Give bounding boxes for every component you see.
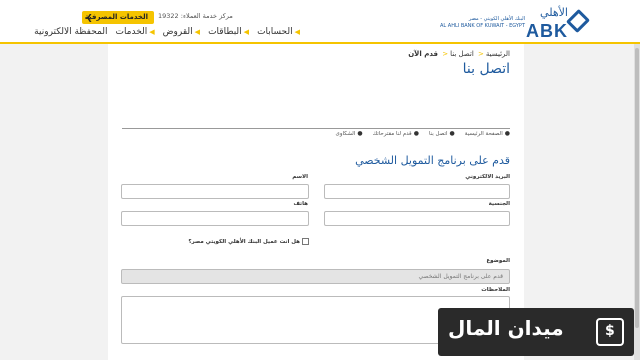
logo-subtitle: البنك الأهلي الكويتي - مصر AL AHLI BANK …	[440, 16, 525, 29]
breadcrumb-separator-icon: <	[478, 50, 484, 58]
email-field[interactable]	[324, 184, 510, 199]
form-section-title: قدم على برنامج التمويل الشخصي	[355, 154, 510, 167]
nav-services[interactable]: ◀الخدمات	[115, 27, 154, 37]
chevron-left-icon: ❮	[86, 13, 93, 22]
nav-loans[interactable]: ◀القروض	[163, 27, 200, 37]
bullet-icon: ●	[449, 130, 455, 137]
abk-logo-mark-icon	[565, 8, 591, 34]
page-scrollbar[interactable]	[634, 44, 640, 360]
timeline: ●الصفحة الرئيسية ●اتصل بنا ●قدم لنا مقتر…	[336, 130, 510, 137]
bullet-icon: ●	[413, 130, 419, 137]
name-field[interactable]	[121, 184, 309, 199]
triangle-icon: ◀	[294, 28, 300, 36]
nationality-field[interactable]	[324, 211, 510, 226]
hotline-text: مركز خدمة العملاء: 19322	[158, 12, 233, 20]
phone-field[interactable]	[121, 211, 309, 226]
subject-label: الموضوع	[486, 258, 510, 264]
logo-arabic: الأهلي	[540, 6, 568, 19]
watermark-text: ميدان المال	[448, 316, 564, 340]
banking-services-button[interactable]: ❮ الخدمات المصرفية	[82, 11, 154, 24]
nav-cards[interactable]: ◀البطاقات	[208, 27, 249, 37]
abk-logo[interactable]: الأهلي ABK البنك الأهلي الكويتي - مصر AL…	[440, 6, 591, 41]
triangle-icon: ◀	[149, 28, 155, 36]
watermark: ميدان المال $	[438, 308, 634, 356]
name-label: الاسم	[292, 174, 308, 180]
breadcrumb: الرئيسية< اتصل بنا< قدم الآن	[408, 50, 510, 58]
nationality-label: الجنسية	[488, 201, 510, 207]
timeline-suggestions[interactable]: ●قدم لنا مقترحاتك	[373, 130, 419, 137]
bullet-icon: ●	[504, 130, 510, 137]
nav-accounts[interactable]: ◀الحسابات	[257, 27, 300, 37]
main-nav: ◀الحسابات ◀البطاقات ◀القروض ◀الخدمات الم…	[34, 27, 300, 37]
scrollbar-thumb[interactable]	[635, 48, 639, 328]
breadcrumb-separator-icon: <	[442, 50, 449, 58]
timeline-contact[interactable]: ●اتصل بنا	[429, 130, 455, 137]
timeline-complaints[interactable]: ●الشكاوى	[336, 130, 363, 137]
bullet-icon: ●	[357, 130, 363, 137]
subject-field: قدم على برنامج التمويل الشخصي	[121, 269, 510, 284]
breadcrumb-current: قدم الآن	[408, 50, 438, 58]
timeline-line	[122, 128, 510, 129]
notes-label: الملاحظات	[481, 287, 510, 293]
customer-question-label: هل انت عميل البنك الأهلي الكويتي مصر؟	[188, 239, 300, 245]
breadcrumb-home[interactable]: الرئيسية	[486, 50, 510, 58]
customer-checkbox[interactable]	[302, 238, 309, 245]
timeline-home[interactable]: ●الصفحة الرئيسية	[465, 130, 510, 137]
logo-english: ABK	[526, 21, 568, 41]
page-title: اتصل بنا	[462, 61, 510, 77]
top-header: الأهلي ABK البنك الأهلي الكويتي - مصر AL…	[0, 0, 640, 44]
money-icon: $	[596, 318, 624, 346]
triangle-icon: ◀	[194, 28, 201, 36]
nav-e-wallet[interactable]: المحفظة الالكترونية	[34, 27, 107, 37]
breadcrumb-contact[interactable]: اتصل بنا	[450, 50, 474, 58]
triangle-icon: ◀	[243, 28, 250, 36]
email-label: البريد الالكتروني	[465, 174, 510, 180]
phone-label: هاتف	[293, 201, 309, 207]
